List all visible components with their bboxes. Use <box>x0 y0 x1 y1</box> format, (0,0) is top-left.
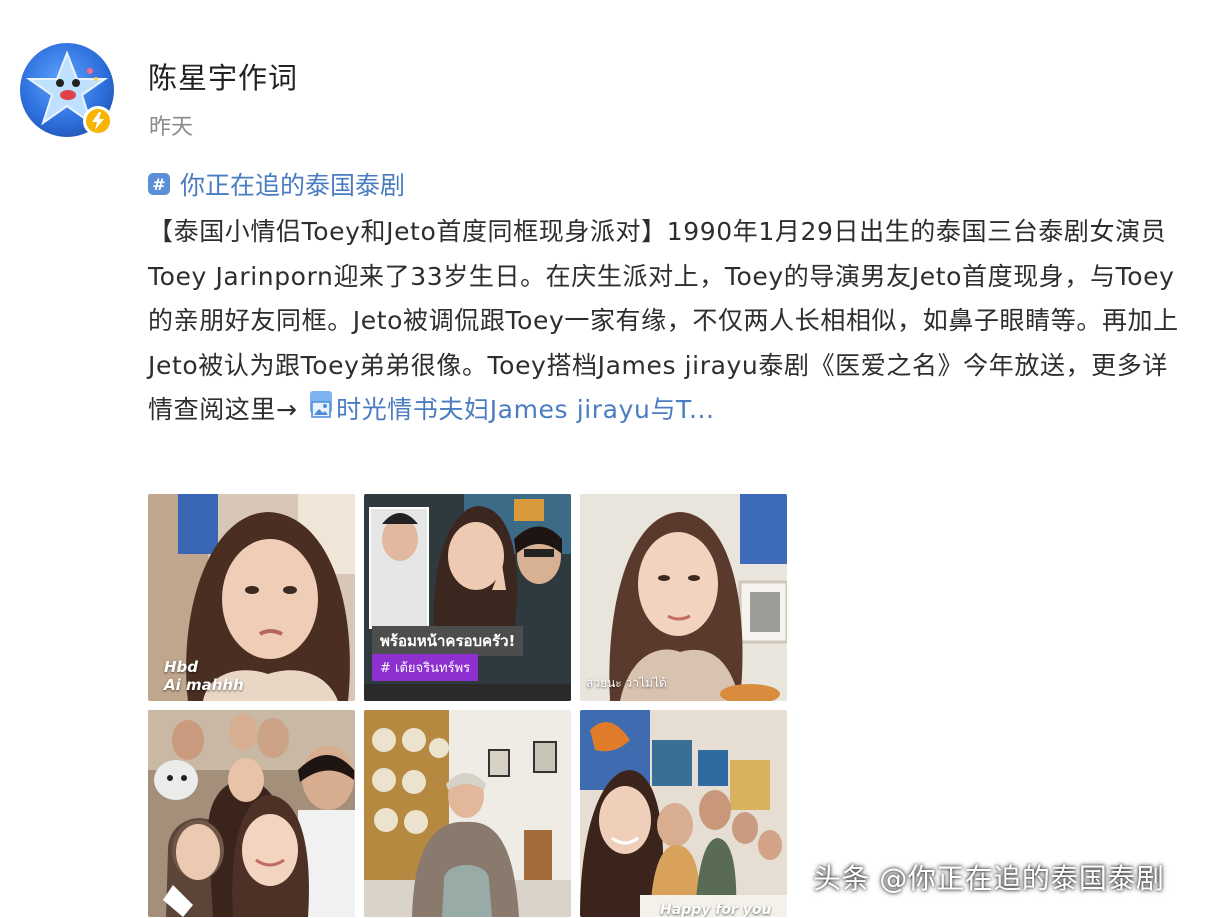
article-link-text: 时光情书夫妇James jirayu与T... <box>336 395 715 424</box>
post-body: 【泰国小情侣Toey和Jeto首度同框现身派对】1990年1月29日出生的泰国三… <box>148 210 1188 433</box>
post-card: 陈星宇作词 昨天 # 你正在追的泰国泰剧 【泰国小情侣Toey和Jeto首度同框… <box>0 0 1218 918</box>
photo-1-caption-line2: Ai mahhh <box>164 676 244 694</box>
topic-link[interactable]: # 你正在追的泰国泰剧 <box>148 166 405 202</box>
topic-label: 你正在追的泰国泰剧 <box>180 171 406 200</box>
article-link[interactable]: 时光情书夫妇James jirayu与T... <box>306 391 715 424</box>
photo-6-caption: Happy for you <box>660 902 772 917</box>
author-avatar[interactable] <box>20 43 116 139</box>
photo-1[interactable]: Hbd Ai mahhh <box>148 494 355 701</box>
hashtag-icon: # <box>148 173 170 195</box>
photo-2-bottom-bar <box>364 684 571 701</box>
author-name[interactable]: 陈星宇作词 <box>148 55 298 97</box>
watermark: 头条 @你正在追的泰国泰剧 <box>813 862 1165 895</box>
photo-6-image <box>580 710 787 917</box>
lightning-verified-icon <box>83 106 113 136</box>
photo-3[interactable]: สวยนะ ว่าไม่ได้ <box>580 494 787 701</box>
photo-5[interactable] <box>364 710 571 917</box>
photo-grid: Hbd Ai mahhh พร้อมหน้าครอบครัว! # เต้ยจร… <box>148 494 788 918</box>
photo-4[interactable] <box>148 710 355 917</box>
photo-1-caption-line1: Hbd <box>164 658 199 676</box>
photo-1-caption: Hbd Ai mahhh <box>164 658 244 694</box>
photo-6[interactable]: Happy for you <box>580 710 787 917</box>
photo-4-image <box>148 710 355 917</box>
photo-2[interactable]: พร้อมหน้าครอบครัว! # เต้ยจรินทร์พร <box>364 494 571 701</box>
photo-3-caption: สวยนะ ว่าไม่ได้ <box>586 676 667 690</box>
photo-2-tag: # เต้ยจรินทร์พร <box>372 654 479 681</box>
image-link-icon <box>310 391 333 418</box>
post-time: 昨天 <box>149 115 194 140</box>
post-text: 【泰国小情侣Toey和Jeto首度同框现身派对】1990年1月29日出生的泰国三… <box>148 217 1179 424</box>
photo-2-banner: พร้อมหน้าครอบครัว! <box>372 626 524 656</box>
photo-5-image <box>364 710 571 917</box>
photo-3-image <box>580 494 787 701</box>
